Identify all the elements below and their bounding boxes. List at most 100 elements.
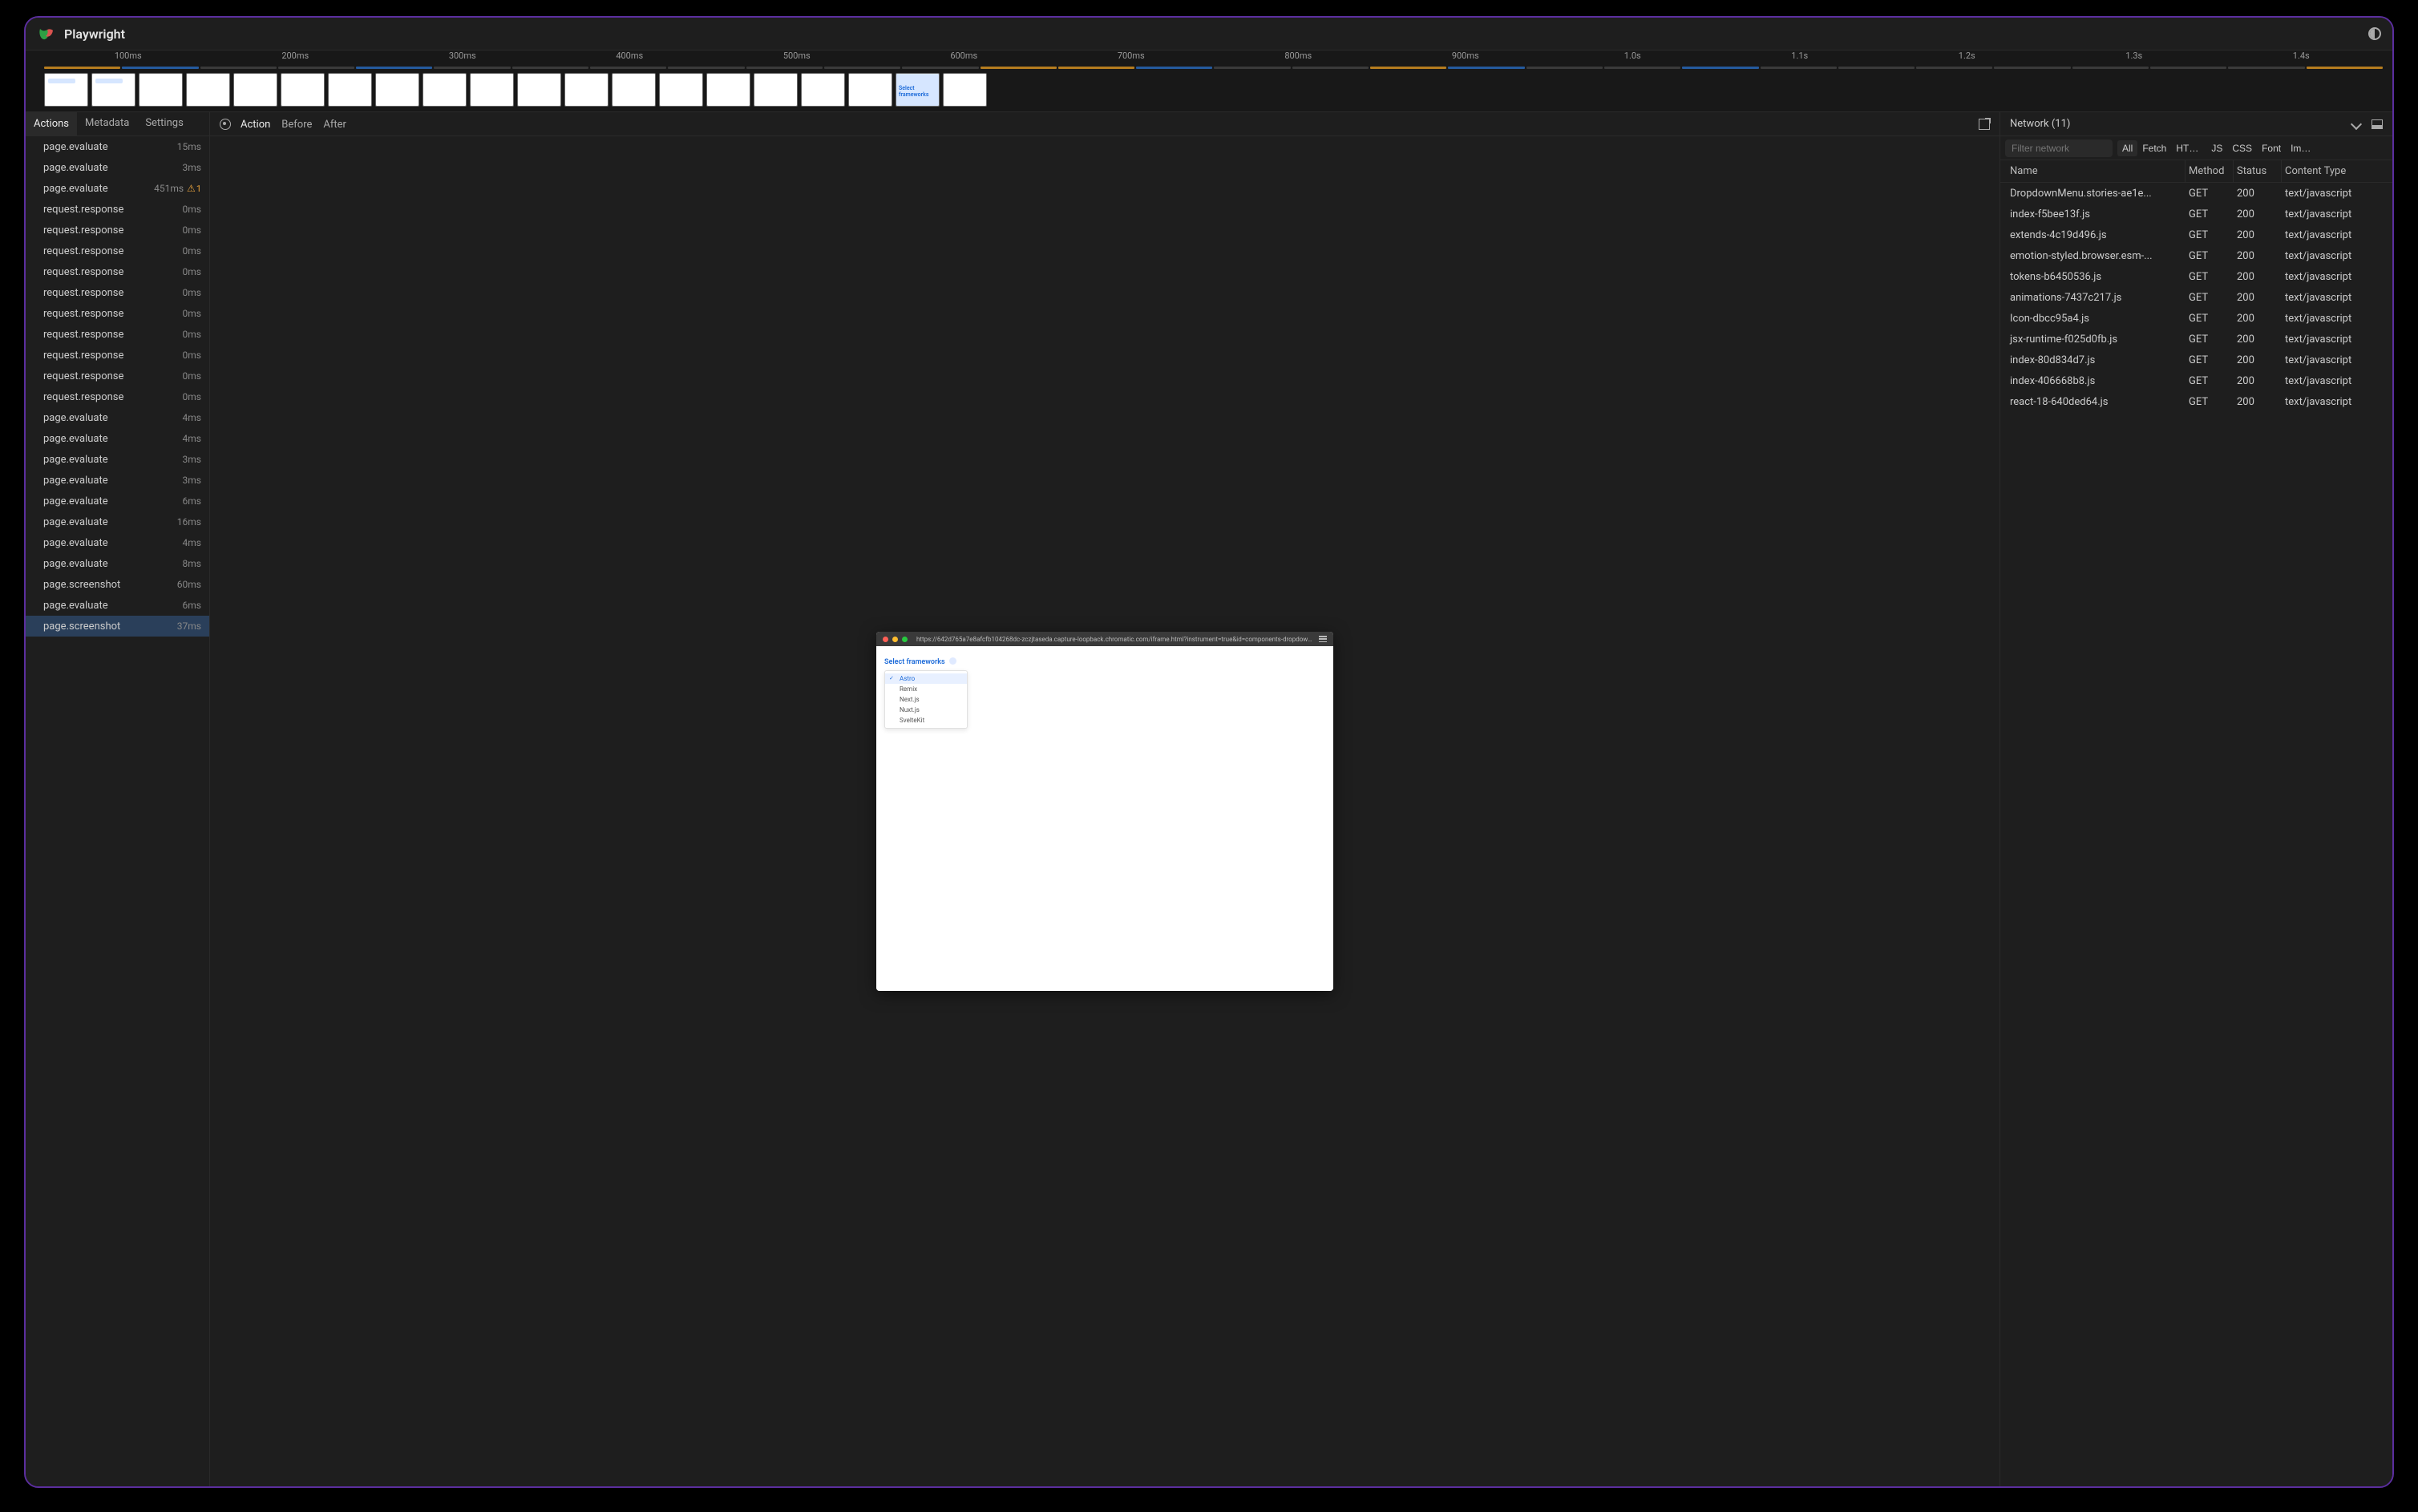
network-filter-all[interactable]: All (2117, 140, 2137, 156)
network-row[interactable]: index-f5bee13f.jsGET200text/javascript (2000, 204, 2392, 224)
panel-tab-settings[interactable]: Settings (137, 112, 191, 135)
action-row[interactable]: request.response0ms (26, 345, 209, 366)
action-row[interactable]: page.evaluate3ms (26, 449, 209, 470)
timeline-tick: 400ms (546, 51, 714, 67)
network-filter-html[interactable]: HTML (2171, 140, 2206, 156)
network-cell-name: index-406668b8.js (2007, 375, 2186, 387)
action-row[interactable]: page.evaluate6ms (26, 491, 209, 511)
timeline-thumbnail[interactable] (44, 73, 88, 107)
action-duration: 0ms (183, 391, 201, 402)
timeline-thumbnail[interactable] (139, 73, 183, 107)
action-row[interactable]: request.response0ms (26, 324, 209, 345)
action-row[interactable]: page.evaluate3ms (26, 157, 209, 178)
timeline-thumbnail[interactable] (564, 73, 609, 107)
action-row[interactable]: page.evaluate4ms (26, 428, 209, 449)
action-row[interactable]: request.response0ms (26, 366, 209, 386)
network-row[interactable]: index-80d834d7.jsGET200text/javascript (2000, 350, 2392, 370)
action-row[interactable]: page.screenshot37ms (26, 616, 209, 637)
timeline-thumbnail[interactable] (281, 73, 325, 107)
theme-toggle-icon[interactable] (2368, 27, 2381, 40)
dock-bottom-icon[interactable] (2372, 119, 2383, 129)
action-duration: 8ms (183, 558, 201, 569)
timeline-thumbnail[interactable] (186, 73, 230, 107)
action-name: page.evaluate (43, 475, 183, 487)
action-row[interactable]: page.evaluate451ms⚠1 (26, 178, 209, 199)
timeline-thumbnail[interactable] (328, 73, 372, 107)
action-row[interactable]: request.response0ms (26, 199, 209, 220)
action-row[interactable]: page.evaluate4ms (26, 532, 209, 553)
timeline-thumbnail[interactable] (375, 73, 419, 107)
preview-tab-action[interactable]: Action (241, 119, 270, 131)
timeline-strip[interactable]: 100ms200ms300ms400ms500ms600ms700ms800ms… (26, 50, 2392, 112)
col-status[interactable]: Status (2234, 160, 2282, 182)
action-row[interactable]: request.response0ms (26, 261, 209, 282)
timeline-tick: 1.4s (2218, 51, 2385, 67)
warning-count: 1 (196, 184, 201, 194)
network-filter-js[interactable]: JS (2206, 140, 2227, 156)
chevron-down-icon[interactable] (2351, 118, 2362, 129)
network-row[interactable]: DropdownMenu.stories-ae1e...GET200text/j… (2000, 183, 2392, 204)
action-row[interactable]: request.response0ms (26, 303, 209, 324)
timeline-thumbnail[interactable] (706, 73, 750, 107)
action-row[interactable]: page.screenshot60ms (26, 574, 209, 595)
network-filter-fetch[interactable]: Fetch (2137, 140, 2171, 156)
action-row[interactable]: page.evaluate15ms (26, 136, 209, 157)
action-row[interactable]: request.response0ms (26, 220, 209, 241)
panel-tab-metadata[interactable]: Metadata (77, 112, 137, 135)
action-duration: 3ms (183, 454, 201, 465)
timeline-thumbnail[interactable] (801, 73, 845, 107)
action-row[interactable]: request.response0ms (26, 282, 209, 303)
action-row[interactable]: page.evaluate8ms (26, 553, 209, 574)
timeline-thumbnail[interactable] (612, 73, 656, 107)
network-filter-input[interactable] (2005, 139, 2113, 157)
network-panel: Network (11) AllFetchHTMLJSCSSFontImage … (2000, 112, 2392, 1486)
network-row[interactable]: react-18-640ded64.jsGET200text/javascrip… (2000, 391, 2392, 412)
dropdown-item: Remix (885, 684, 967, 694)
action-name: page.evaluate (43, 516, 177, 528)
network-row[interactable]: emotion-styled.browser.esm-...GET200text… (2000, 245, 2392, 266)
preview-tab-after[interactable]: After (323, 119, 346, 131)
col-name[interactable]: Name (2007, 160, 2186, 182)
action-row[interactable]: request.response0ms (26, 241, 209, 261)
action-duration: 6ms (183, 495, 201, 507)
timeline-thumbnail[interactable] (470, 73, 514, 107)
panel-tab-actions[interactable]: Actions (26, 112, 77, 135)
network-row[interactable]: animations-7437c217.jsGET200text/javascr… (2000, 287, 2392, 308)
network-cell-name: DropdownMenu.stories-ae1e... (2007, 188, 2186, 200)
network-cell-method: GET (2186, 375, 2234, 387)
network-table: Name Method Status Content Type Dropdown… (2000, 160, 2392, 1486)
timeline-tick: 600ms (880, 51, 1048, 67)
preview-tab-before[interactable]: Before (281, 119, 312, 131)
timeline-thumbnail[interactable] (659, 73, 703, 107)
action-row[interactable]: request.response0ms (26, 386, 209, 407)
network-cell-method: GET (2186, 396, 2234, 408)
col-method[interactable]: Method (2186, 160, 2234, 182)
timeline-thumbnail[interactable] (233, 73, 277, 107)
action-row[interactable]: page.evaluate4ms (26, 407, 209, 428)
timeline-thumbnail[interactable] (896, 73, 940, 107)
action-row[interactable]: page.evaluate16ms (26, 511, 209, 532)
timeline-thumbnail[interactable] (848, 73, 892, 107)
action-row[interactable]: page.evaluate6ms (26, 595, 209, 616)
actions-panel-tabs: ActionsMetadataSettings (26, 112, 209, 136)
col-type[interactable]: Content Type (2282, 160, 2386, 182)
actions-list[interactable]: page.evaluate15mspage.evaluate3mspage.ev… (26, 136, 209, 1486)
network-filter-image[interactable]: Image (2286, 140, 2321, 156)
timeline-thumbnail[interactable] (91, 73, 135, 107)
action-row[interactable]: page.evaluate3ms (26, 470, 209, 491)
locator-target-icon[interactable] (220, 119, 231, 130)
network-row[interactable]: index-406668b8.jsGET200text/javascript (2000, 370, 2392, 391)
network-filter-css[interactable]: CSS (2227, 140, 2257, 156)
network-row[interactable]: extends-4c19d496.jsGET200text/javascript (2000, 224, 2392, 245)
timeline-tick: 500ms (713, 51, 880, 67)
network-row[interactable]: jsx-runtime-f025d0fb.jsGET200text/javasc… (2000, 329, 2392, 350)
network-row[interactable]: Icon-dbcc95a4.jsGET200text/javascript (2000, 308, 2392, 329)
timeline-thumbnail[interactable] (943, 73, 987, 107)
network-filter-font[interactable]: Font (2257, 140, 2286, 156)
action-duration: 6ms (183, 600, 201, 611)
popout-icon[interactable] (1979, 119, 1990, 130)
timeline-thumbnail[interactable] (423, 73, 467, 107)
network-row[interactable]: tokens-b6450536.jsGET200text/javascript (2000, 266, 2392, 287)
timeline-thumbnail[interactable] (517, 73, 561, 107)
timeline-thumbnail[interactable] (754, 73, 798, 107)
